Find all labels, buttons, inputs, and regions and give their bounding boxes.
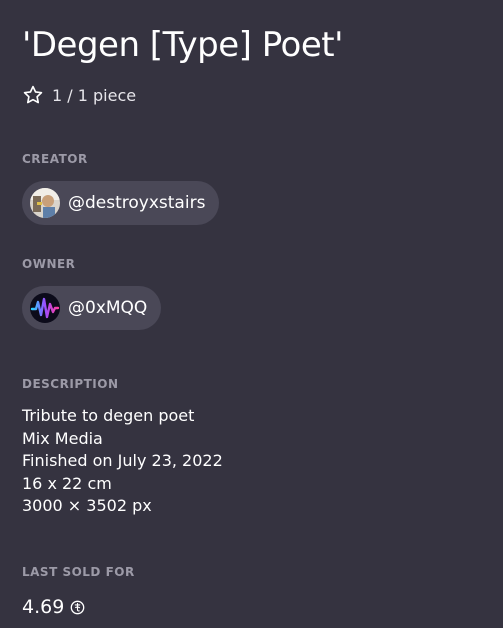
owner-chip[interactable]: @0xMQQ xyxy=(22,286,162,330)
owner-handle: @0xMQQ xyxy=(68,298,148,318)
creator-handle: @destroyxstairs xyxy=(68,193,206,213)
description-line: Mix Media xyxy=(22,428,103,448)
description-line: Tribute to degen poet xyxy=(22,406,195,425)
tezos-icon xyxy=(70,600,85,615)
owner-label: OWNER xyxy=(22,257,76,271)
edition-count: 1 / 1 piece xyxy=(52,85,137,105)
last-sold-label: LAST SOLD FOR xyxy=(22,565,135,579)
description-line: 16 x 22 cm xyxy=(22,473,112,493)
owner-avatar xyxy=(30,293,60,323)
description-line: Finished on July 23, 2022 xyxy=(22,451,223,471)
description-text: Tribute to degen poet Mix Media Finished… xyxy=(22,405,223,518)
price-amount: 4.69 xyxy=(22,596,65,618)
creator-chip[interactable]: @destroyxstairs xyxy=(22,181,220,225)
creator-avatar xyxy=(30,188,60,218)
description-line: 3000 × 3502 px xyxy=(22,496,152,516)
edition-info: 1 / 1 piece xyxy=(22,84,136,106)
star-icon[interactable] xyxy=(22,84,44,106)
description-label: DESCRIPTION xyxy=(22,377,119,391)
artwork-title: 'Degen [Type] Poet' xyxy=(22,25,343,65)
creator-label: CREATOR xyxy=(22,152,88,166)
last-sold-price: 4.69 xyxy=(22,596,85,618)
